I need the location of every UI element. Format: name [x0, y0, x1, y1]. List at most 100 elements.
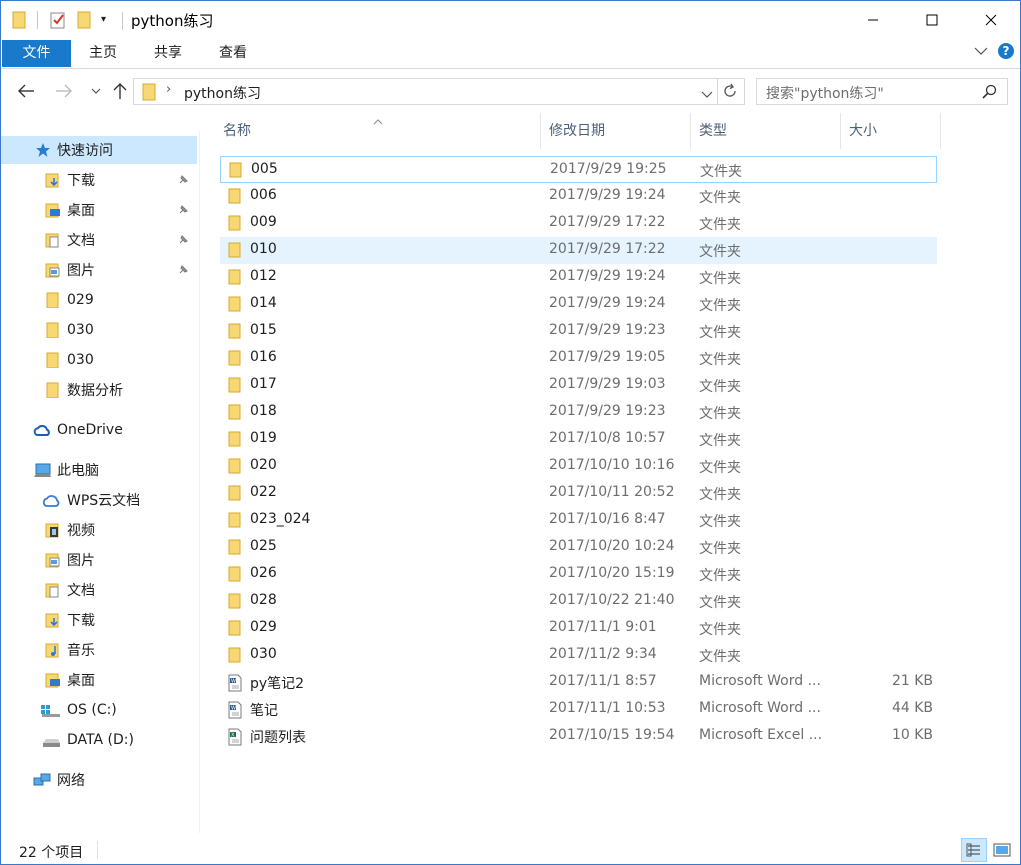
nav-onedrive[interactable]: OneDrive [1, 416, 197, 444]
properties-icon[interactable] [50, 11, 66, 33]
file-type: Microsoft Word ... [699, 700, 821, 716]
item-count: 22 个项目 [19, 845, 84, 861]
file-type: 文件夹 [699, 622, 741, 638]
new-folder-icon[interactable] [77, 11, 91, 33]
nav-item-folder[interactable]: 029 [1, 286, 197, 314]
file-row[interactable]: 018 2017/9/29 19:23 文件夹 [220, 399, 937, 426]
wps-cloud-icon [41, 492, 61, 508]
expand-ribbon-icon[interactable] [974, 44, 988, 60]
file-row[interactable]: 030 2017/11/2 9:34 文件夹 [220, 642, 937, 669]
refresh-icon[interactable] [722, 83, 738, 103]
nav-item-downloads[interactable]: 下载 [1, 606, 197, 634]
nav-item-folder[interactable]: 030 [1, 346, 197, 374]
details-view-button[interactable] [961, 838, 987, 862]
file-name: 030 [250, 646, 277, 662]
column-header-type[interactable]: 类型 [693, 113, 841, 149]
forward-button[interactable] [54, 81, 74, 101]
maximize-button[interactable] [909, 1, 955, 39]
search-icon[interactable] [982, 84, 997, 103]
address-history-icon[interactable] [701, 87, 713, 103]
tab-view[interactable]: 查看 [209, 40, 257, 67]
nav-item-drive-d[interactable]: DATA (D:) [1, 726, 197, 754]
tab-share[interactable]: 共享 [144, 40, 192, 67]
large-icons-view-button[interactable] [989, 838, 1015, 862]
nav-item-downloads[interactable]: 下载 [1, 166, 197, 194]
desktop-icon [45, 672, 61, 688]
nav-item-documents[interactable]: 文档 [1, 576, 197, 604]
file-row[interactable]: 022 2017/10/11 20:52 文件夹 [220, 480, 937, 507]
tab-home[interactable]: 主页 [79, 40, 127, 67]
pin-icon[interactable] [177, 264, 189, 280]
file-name: 012 [250, 268, 277, 284]
nav-this-pc[interactable]: 此电脑 [1, 456, 197, 484]
nav-item-folder[interactable]: 数据分析 [1, 376, 197, 404]
column-header-size[interactable]: 大小 [843, 113, 941, 149]
file-row[interactable]: 028 2017/10/22 21:40 文件夹 [220, 588, 937, 615]
search-placeholder: 搜索"python练习" [766, 86, 884, 102]
up-button[interactable] [110, 81, 130, 101]
file-row[interactable]: 025 2017/10/20 10:24 文件夹 [220, 534, 937, 561]
file-row[interactable]: Wpy笔记2 2017/11/1 8:57 Microsoft Word ... 21… [220, 669, 937, 696]
file-row[interactable]: 010 2017/9/29 17:22 文件夹 [220, 237, 937, 264]
nav-item-folder[interactable]: 030 [1, 316, 197, 344]
nav-item-desktop[interactable]: 桌面 [1, 666, 197, 694]
nav-item-wps-cloud[interactable]: WPS云文档 [1, 486, 197, 514]
column-header-date[interactable]: 修改日期 [543, 113, 691, 149]
file-row[interactable]: 006 2017/9/29 19:24 文件夹 [220, 183, 937, 210]
pin-icon[interactable] [177, 204, 189, 220]
ribbon-tabs: 文件 主页 共享 查看 ? [1, 39, 1020, 69]
drive-icon [41, 732, 61, 748]
nav-label: 桌面 [67, 203, 95, 219]
nav-item-drive-c[interactable]: OS (C:) [1, 696, 197, 724]
file-date: 2017/9/29 19:24 [549, 187, 666, 203]
nav-item-videos[interactable]: 视频 [1, 516, 197, 544]
file-date: 2017/10/11 20:52 [549, 484, 675, 500]
customize-qat-icon[interactable]: ▾ [101, 14, 106, 25]
column-header-name[interactable]: 名称 [217, 113, 541, 149]
file-row[interactable]: 029 2017/11/1 9:01 文件夹 [220, 615, 937, 642]
file-row[interactable]: X 问题列表 2017/10/15 19:54 Microsoft Excel ...… [220, 723, 937, 750]
status-bar: 22 个项目 [1, 837, 1020, 864]
nav-item-desktop[interactable]: 桌面 [1, 196, 197, 224]
breadcrumb[interactable]: python练习 [184, 83, 261, 103]
breadcrumb-chevron-icon[interactable]: › [166, 82, 171, 97]
file-row[interactable]: 009 2017/9/29 17:22 文件夹 [220, 210, 937, 237]
nav-item-music[interactable]: 音乐 [1, 636, 197, 664]
address-bar[interactable]: › python练习 [133, 78, 745, 105]
file-date: 2017/10/16 8:47 [549, 511, 666, 527]
file-row[interactable]: 019 2017/10/8 10:57 文件夹 [220, 426, 937, 453]
file-type: Microsoft Word ... [699, 673, 821, 689]
file-row[interactable]: 020 2017/10/10 10:16 文件夹 [220, 453, 937, 480]
file-row[interactable]: 012 2017/9/29 19:24 文件夹 [220, 264, 937, 291]
nav-item-documents[interactable]: 文档 [1, 226, 197, 254]
tab-file[interactable]: 文件 [2, 40, 71, 67]
nav-item-pictures[interactable]: 图片 [1, 546, 197, 574]
close-button[interactable] [968, 1, 1014, 39]
help-icon[interactable]: ? [998, 43, 1014, 59]
file-row[interactable]: 005 2017/9/29 19:25 文件夹 [220, 156, 937, 183]
file-row[interactable]: 023_024 2017/10/16 8:47 文件夹 [220, 507, 937, 534]
file-row[interactable]: 015 2017/9/29 19:23 文件夹 [220, 318, 937, 345]
back-button[interactable] [16, 81, 36, 101]
minimize-button[interactable] [850, 1, 896, 39]
recent-locations-button[interactable] [86, 81, 106, 101]
nav-network[interactable]: 网络 [1, 766, 197, 794]
svg-text:X: X [231, 733, 235, 739]
file-row[interactable]: 014 2017/9/29 19:24 文件夹 [220, 291, 937, 318]
file-row[interactable]: W 笔记 2017/11/1 10:53 Microsoft Word ... 44 K… [220, 696, 937, 723]
network-icon [33, 772, 51, 788]
search-input[interactable]: 搜索"python练习" [756, 78, 1008, 105]
excel-document-icon: X [227, 728, 243, 746]
pin-icon[interactable] [177, 174, 189, 190]
file-row[interactable]: 026 2017/10/20 15:19 文件夹 [220, 561, 937, 588]
file-type: 文件夹 [699, 379, 741, 395]
file-row[interactable]: 016 2017/9/29 19:05 文件夹 [220, 345, 937, 372]
nav-item-pictures[interactable]: 图片 [1, 256, 197, 284]
file-row[interactable]: 017 2017/9/29 19:03 文件夹 [220, 372, 937, 399]
file-date: 2017/9/29 19:23 [549, 403, 666, 419]
file-date: 2017/10/20 15:19 [549, 565, 675, 581]
nav-quick-access[interactable]: 快速访问 [1, 136, 197, 164]
pin-icon[interactable] [177, 234, 189, 250]
file-name: 017 [250, 376, 277, 392]
folder-icon [227, 188, 243, 204]
